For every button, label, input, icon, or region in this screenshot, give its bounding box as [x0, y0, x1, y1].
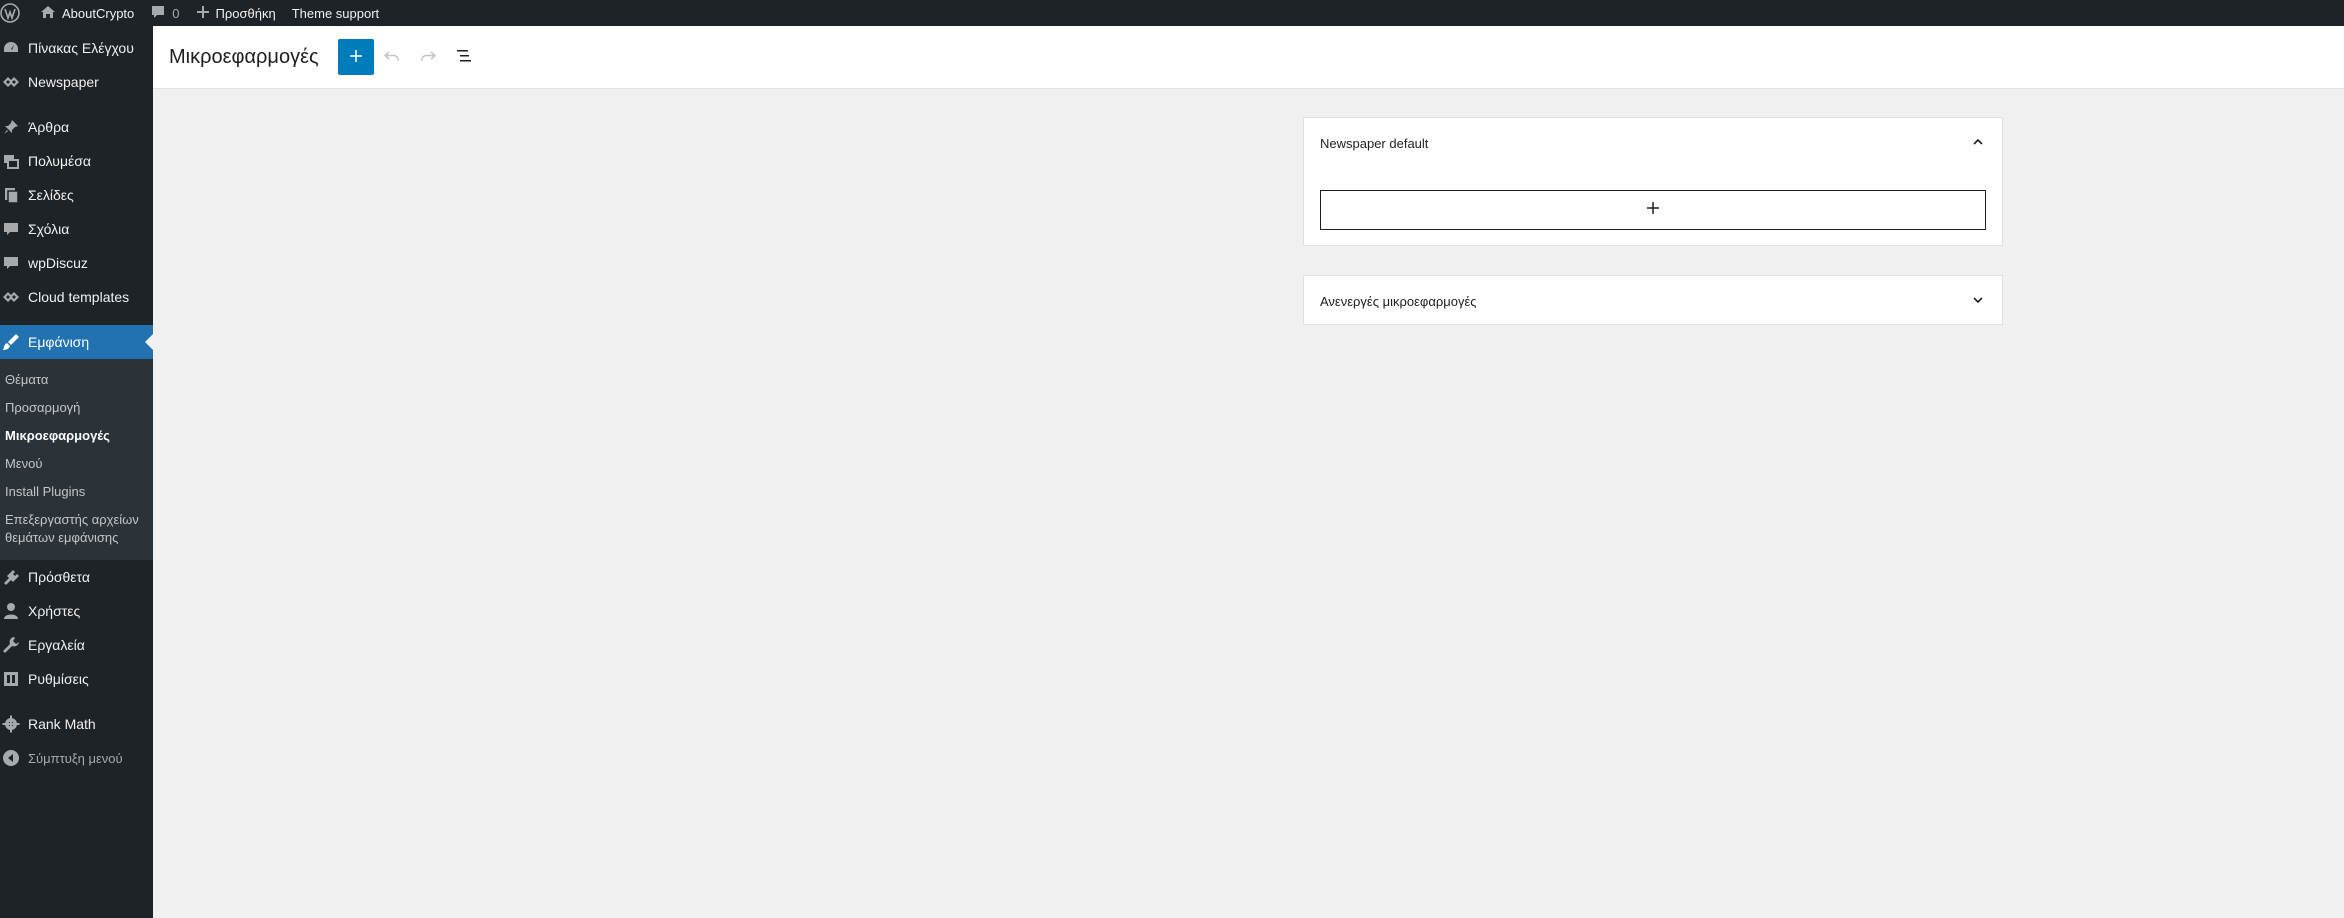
- sidebar-item-label: Εμφάνιση: [28, 334, 90, 350]
- widgets-content: Newspaper default Ανενεργές μικροεφαρμογ…: [153, 90, 2344, 918]
- site-name: AboutCrypto: [62, 5, 135, 21]
- user-icon: [2, 602, 20, 620]
- plugin-icon: [2, 568, 20, 586]
- sidebar-item-label: Πίνακας Ελέγχου: [28, 40, 134, 56]
- page-title: Μικροεφαρμογές: [169, 45, 319, 68]
- sidebar-item-wpdiscuz[interactable]: wpDiscuz: [0, 246, 153, 280]
- sidebar-item-label: Rank Math: [28, 716, 96, 732]
- wordpress-logo-icon[interactable]: [0, 0, 32, 26]
- widget-area-title: Newspaper default: [1320, 135, 1429, 151]
- sidebar-item-label: Ρυθμίσεις: [28, 671, 89, 687]
- sidebar-item-plugins[interactable]: Πρόσθετα: [0, 560, 153, 594]
- sidebar-item-label: Άρθρα: [28, 119, 70, 135]
- list-view-button[interactable]: [446, 39, 482, 75]
- sidebar-item-rank-math[interactable]: Rank Math: [0, 707, 153, 741]
- sidebar-item-label: Σελίδες: [28, 187, 74, 203]
- sidebar-item-label: Εργαλεία: [28, 637, 85, 653]
- plus-icon: [348, 48, 364, 67]
- submenu-item-widgets[interactable]: Μικροεφαρμογές: [0, 422, 153, 450]
- submenu-item-install-plugins[interactable]: Install Plugins: [0, 478, 153, 506]
- comment-count: 0: [172, 5, 180, 21]
- theme-support-link[interactable]: Theme support: [284, 0, 387, 26]
- sidebar-item-comments[interactable]: Σχόλια: [0, 212, 153, 246]
- plus-icon: [196, 5, 216, 22]
- admin-bar: AboutCrypto 0 Προσθήκη Theme support: [0, 0, 2344, 26]
- undo-button[interactable]: [374, 39, 410, 75]
- brush-icon: [2, 333, 20, 351]
- undo-icon: [382, 46, 402, 69]
- add-block-button[interactable]: [337, 39, 374, 75]
- sidebar-item-label: Cloud templates: [28, 289, 130, 305]
- home-icon: [40, 4, 62, 23]
- settings-icon: [2, 670, 20, 688]
- new-content-link[interactable]: Προσθήκη: [188, 0, 284, 26]
- sidebar-item-cloud-templates[interactable]: Cloud templates: [0, 280, 153, 314]
- submenu-item-theme-file-editor[interactable]: Επεξεργαστής αρχείων θεμάτων εμφάνισης: [0, 506, 153, 552]
- sidebar-item-appearance[interactable]: Εμφάνιση: [0, 325, 153, 359]
- appearance-submenu: Θέματα Προσαρμογή Μικροεφαρμογές Μενού I…: [0, 359, 153, 560]
- sidebar-item-label: Πρόσθετα: [28, 569, 90, 585]
- sidebar-item-label: Χρήστες: [28, 603, 81, 619]
- sidebar-item-label: Σχόλια: [28, 221, 70, 237]
- theme-support-label: Theme support: [291, 5, 380, 21]
- pages-icon: [2, 186, 20, 204]
- wrench-icon: [2, 636, 20, 654]
- submenu-item-themes[interactable]: Θέματα: [0, 366, 153, 394]
- dashboard-icon: [2, 39, 20, 57]
- sidebar-item-posts[interactable]: Άρθρα: [0, 110, 153, 144]
- comment-icon: [2, 254, 20, 272]
- sidebar-item-label: Newspaper: [28, 74, 99, 90]
- gear-icon: [2, 715, 20, 733]
- admin-sidebar: Πίνακας Ελέγχου Newspaper Άρθρα Πολυμέσα…: [0, 26, 153, 918]
- widget-area-title: Ανενεργές μικροεφαρμογές: [1320, 293, 1477, 309]
- submenu-item-customize[interactable]: Προσαρμογή: [0, 394, 153, 422]
- pin-icon: [2, 118, 20, 136]
- sidebar-item-tools[interactable]: Εργαλεία: [0, 628, 153, 662]
- list-view-icon: [454, 46, 474, 69]
- comment-icon: [150, 4, 172, 23]
- widget-area-toggle[interactable]: Newspaper default: [1304, 118, 2002, 168]
- chevron-down-icon: [1970, 292, 1986, 311]
- sidebar-item-pages[interactable]: Σελίδες: [0, 178, 153, 212]
- redo-button[interactable]: [410, 39, 446, 75]
- new-content-label: Προσθήκη: [215, 5, 276, 21]
- sidebar-item-label: wpDiscuz: [28, 255, 88, 271]
- site-name-link[interactable]: AboutCrypto: [32, 0, 142, 26]
- sidebar-item-settings[interactable]: Ρυθμίσεις: [0, 662, 153, 696]
- sidebar-item-label: Σύμπτυξη μενού: [28, 750, 123, 766]
- block-appender-button[interactable]: [1320, 190, 1986, 230]
- cloud-templates-icon: [2, 288, 20, 306]
- sidebar-item-newspaper[interactable]: Newspaper: [0, 65, 153, 99]
- widget-area-newspaper-default: Newspaper default: [1303, 117, 2003, 246]
- comment-icon: [2, 220, 20, 238]
- sidebar-item-media[interactable]: Πολυμέσα: [0, 144, 153, 178]
- collapse-icon: [2, 749, 20, 767]
- collapse-menu-button[interactable]: Σύμπτυξη μενού: [0, 741, 153, 775]
- chevron-up-icon: [1970, 134, 1986, 153]
- submenu-item-menus[interactable]: Μενού: [0, 450, 153, 478]
- comments-link[interactable]: 0: [142, 0, 187, 26]
- editor-header: Μικροεφαρμογές: [153, 26, 2344, 89]
- newspaper-icon: [2, 73, 20, 91]
- sidebar-item-users[interactable]: Χρήστες: [0, 594, 153, 628]
- plus-icon: [1645, 200, 1661, 221]
- sidebar-item-dashboard[interactable]: Πίνακας Ελέγχου: [0, 31, 153, 65]
- widget-area-inactive: Ανενεργές μικροεφαρμογές: [1303, 275, 2003, 325]
- widget-area-toggle[interactable]: Ανενεργές μικροεφαρμογές: [1304, 276, 2002, 326]
- redo-icon: [418, 46, 438, 69]
- media-icon: [2, 152, 20, 170]
- sidebar-item-label: Πολυμέσα: [28, 153, 91, 169]
